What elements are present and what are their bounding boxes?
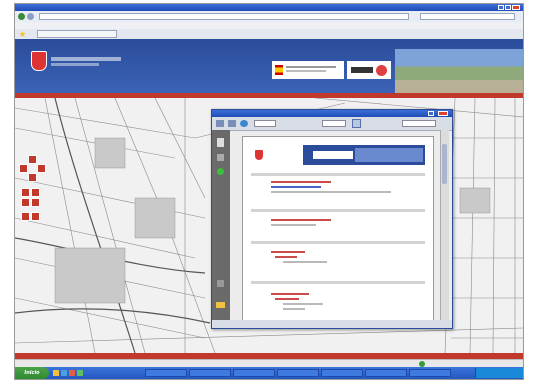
- pdf-zoom-in-button[interactable]: [240, 120, 248, 127]
- pan-east-button[interactable]: [37, 164, 46, 173]
- pdf-status-bar: [212, 320, 452, 328]
- status-green-icon: [217, 168, 224, 175]
- forward-icon[interactable]: [27, 13, 34, 20]
- pages-panel-icon[interactable]: [217, 138, 224, 147]
- redes-circle-icon: [376, 65, 387, 76]
- folder-icon[interactable]: [216, 302, 225, 308]
- pdf-print-button[interactable]: [228, 120, 236, 127]
- pdf-save-button[interactable]: [216, 120, 224, 127]
- spain-flag-icon: [275, 65, 283, 75]
- start-button[interactable]: Inicio: [15, 367, 49, 379]
- close-icon[interactable]: [512, 5, 520, 10]
- pdf-page-field[interactable]: [254, 120, 276, 127]
- screen: Inicio: [14, 3, 524, 380]
- pdf-scrollbar[interactable]: [440, 130, 449, 320]
- zoom-in-icon[interactable]: [21, 188, 30, 197]
- start-label: Inicio: [24, 370, 40, 376]
- header-banner-photo: [395, 49, 523, 93]
- address-bar[interactable]: [39, 13, 409, 20]
- menu-bar: [15, 22, 523, 29]
- pdf-crest-icon: [255, 150, 263, 160]
- taskbar-item[interactable]: [189, 369, 231, 377]
- pdf-minimize-icon[interactable]: [428, 111, 434, 116]
- taskbar-item[interactable]: [409, 369, 451, 377]
- browser-title-bar: [15, 4, 523, 11]
- info-button[interactable]: [21, 212, 30, 221]
- print-icon[interactable]: [31, 198, 40, 207]
- pdf-search-box[interactable]: [402, 120, 436, 127]
- system-tray: [475, 368, 523, 378]
- quick-launch-icon[interactable]: [77, 370, 83, 376]
- attachments-icon[interactable]: [217, 280, 224, 287]
- pan-west-button[interactable]: [19, 164, 28, 173]
- taskbar-item[interactable]: [277, 369, 319, 377]
- measure-button[interactable]: [31, 212, 40, 221]
- star-icon[interactable]: [19, 31, 26, 37]
- site-brand-text: [51, 57, 121, 61]
- search-box[interactable]: [420, 13, 515, 20]
- quick-launch: [53, 369, 103, 377]
- municipal-crest: [31, 51, 47, 71]
- pdf-sidebar: [212, 130, 230, 320]
- pdf-title-bar: [212, 110, 452, 117]
- pan-north-button[interactable]: [28, 155, 37, 164]
- maximize-icon[interactable]: [505, 5, 511, 10]
- pdf-scroll-thumb[interactable]: [442, 144, 447, 184]
- pdf-page: [242, 136, 434, 322]
- taskbar-item[interactable]: [365, 369, 407, 377]
- pan-icon[interactable]: [21, 198, 30, 207]
- zoom-out-icon[interactable]: [31, 188, 40, 197]
- quick-launch-icon[interactable]: [69, 370, 75, 376]
- pdf-toolbar: [212, 117, 452, 131]
- quick-launch-icon[interactable]: [53, 370, 59, 376]
- taskbar-item[interactable]: [321, 369, 363, 377]
- browser-tab[interactable]: [37, 30, 117, 38]
- minimize-icon[interactable]: [498, 5, 504, 10]
- sponsor-logos: [272, 61, 344, 79]
- pdf-close-icon[interactable]: [438, 111, 448, 116]
- taskbar-item[interactable]: [233, 369, 275, 377]
- pdf-fit-button[interactable]: [352, 119, 361, 128]
- site-header: [15, 39, 523, 93]
- site-brand-text-2: [51, 63, 99, 66]
- back-icon[interactable]: [18, 13, 25, 20]
- bookmarks-icon[interactable]: [217, 154, 224, 161]
- pdf-page-header: [251, 145, 425, 165]
- pan-south-button[interactable]: [28, 173, 37, 182]
- redes-logo: [347, 61, 391, 79]
- taskbar-item[interactable]: [145, 369, 187, 377]
- pdf-viewer-window[interactable]: [211, 109, 453, 329]
- pdf-zoom-field[interactable]: [322, 120, 346, 127]
- quick-launch-icon[interactable]: [61, 370, 67, 376]
